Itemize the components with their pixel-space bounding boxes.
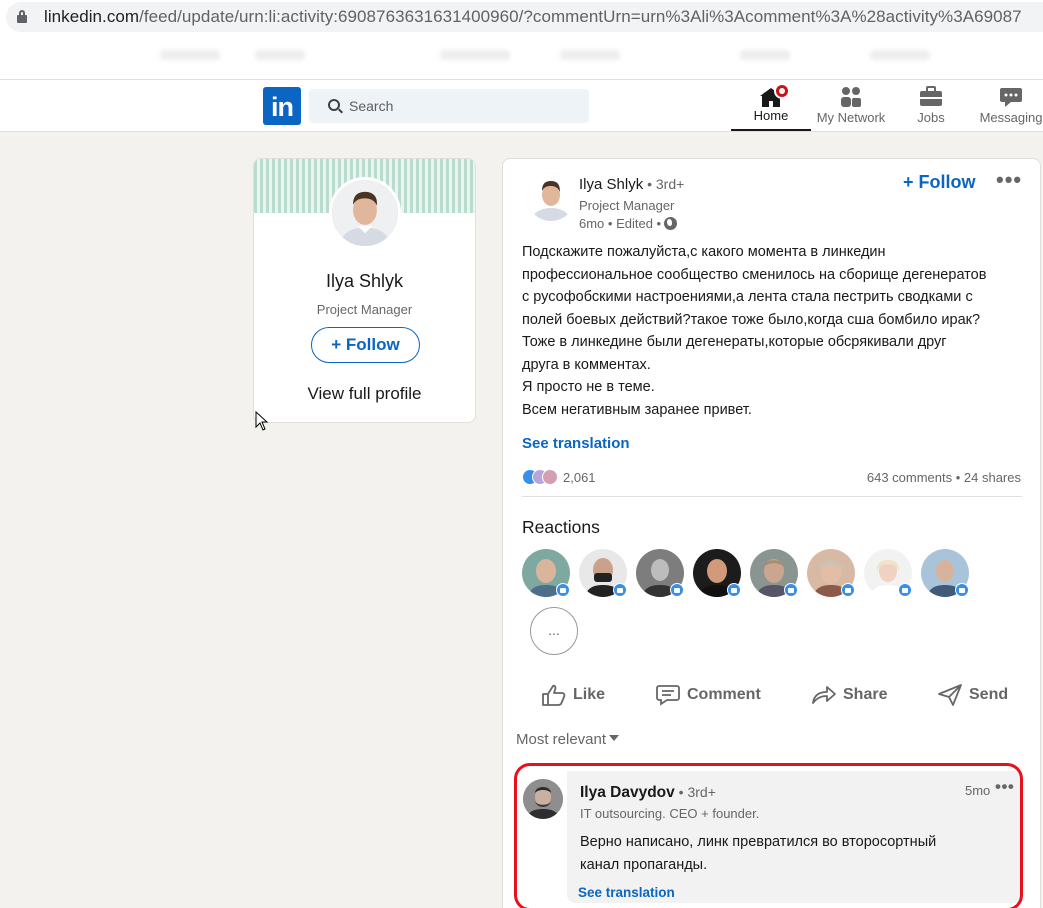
nav-jobs-label: Jobs: [917, 110, 945, 125]
profile-name[interactable]: Ilya Shlyk: [254, 271, 475, 292]
like-badge-icon: [613, 583, 627, 597]
nav-my-network[interactable]: My Network: [811, 80, 891, 131]
url-text[interactable]: linkedin.com/feed/update/urn:li:activity…: [44, 7, 1022, 27]
nav-messaging[interactable]: Messaging: [971, 80, 1043, 131]
post-body: Подскажите пожалуйста,с какого момента в…: [522, 241, 1032, 421]
share-label: Share: [843, 686, 888, 703]
search-input[interactable]: [349, 89, 579, 123]
search-icon: [328, 99, 340, 111]
reactions-heading: Reactions: [522, 517, 600, 537]
bookmarks-bar: [0, 34, 1043, 80]
view-full-profile-link[interactable]: View full profile: [254, 384, 475, 404]
reaction-icons[interactable]: [522, 469, 560, 485]
blurred-bookmark: [870, 50, 930, 60]
like-badge-icon: [841, 583, 855, 597]
divider: [522, 496, 1022, 497]
notification-badge: [774, 83, 790, 99]
briefcase-icon: [920, 86, 942, 106]
avatar[interactable]: [329, 177, 401, 249]
post-author-name-text[interactable]: Ilya Shlyk: [579, 176, 643, 193]
linkedin-logo[interactable]: in: [263, 87, 301, 125]
like-badge-icon: [898, 583, 912, 597]
mouse-cursor-icon: [255, 411, 269, 431]
blurred-bookmark: [255, 50, 305, 60]
post-author-name[interactable]: Ilya Shlyk • 3rd+: [579, 176, 684, 193]
more-reactions-button[interactable]: ...: [530, 607, 578, 655]
chat-icon: [1000, 88, 1022, 107]
blurred-bookmark: [440, 50, 510, 60]
like-label: Like: [573, 686, 606, 703]
like-badge-icon: [556, 583, 570, 597]
nav-home[interactable]: Home: [731, 80, 811, 131]
blurred-bookmark: [560, 50, 620, 60]
send-icon: [938, 684, 962, 706]
blurred-bookmark: [160, 50, 220, 60]
comment-label: Comment: [687, 686, 761, 703]
nav-messaging-label: Messaging: [979, 110, 1043, 125]
post-stats[interactable]: 643 comments • 24 shares: [867, 470, 1021, 485]
post-body-line: Я просто не в теме.: [522, 379, 655, 395]
blurred-bookmark: [740, 50, 790, 60]
post-author-title: Project Manager: [579, 198, 675, 213]
share-button[interactable]: Share: [811, 677, 891, 713]
see-translation-link[interactable]: See translation: [522, 435, 630, 452]
profile-card: Ilya Shlyk Project Manager + Follow View…: [253, 158, 476, 423]
like-badge-icon: [784, 583, 798, 597]
follow-button[interactable]: + Follow: [311, 327, 420, 363]
post-body-line: Подскажите пожалуйста,с какого момента в…: [522, 244, 886, 260]
global-nav: in Home My Network Jobs Messaging: [0, 80, 1043, 132]
sort-label: Most relevant: [516, 731, 607, 748]
comment-button[interactable]: Comment: [655, 677, 765, 713]
post-more-options-button[interactable]: •••: [996, 167, 1022, 193]
share-icon: [812, 686, 836, 704]
like-button[interactable]: Like: [541, 677, 611, 713]
globe-icon: [664, 217, 678, 230]
send-label: Send: [969, 686, 1009, 703]
reaction-count[interactable]: 2,061: [563, 470, 596, 485]
search-box[interactable]: [309, 89, 589, 123]
post-body-line: Всем негативным заранее привет.: [522, 401, 752, 418]
profile-title: Project Manager: [316, 302, 413, 317]
connection-degree: • 3rd+: [643, 176, 685, 192]
post-author-avatar[interactable]: [527, 173, 575, 221]
people-icon: [841, 87, 861, 107]
caret-down-icon: [609, 735, 620, 741]
lock-icon[interactable]: [17, 10, 27, 23]
post-body-line: с русофобскими настроениями,а лента стал…: [522, 289, 973, 305]
nav-jobs[interactable]: Jobs: [891, 80, 971, 131]
send-button[interactable]: Send: [937, 677, 1017, 713]
post-body-line: друга в комментах.: [522, 356, 651, 373]
browser-address-bar: linkedin.com/feed/update/urn:li:activity…: [0, 0, 1043, 34]
like-badge-icon: [670, 583, 684, 597]
nav-network-label: My Network: [816, 110, 886, 125]
post-meta: 6mo • Edited •: [579, 216, 678, 231]
love-reaction-icon: [542, 469, 558, 485]
comments-sort-dropdown[interactable]: Most relevant: [516, 731, 620, 748]
post-follow-button[interactable]: + Follow: [903, 172, 976, 193]
post-body-line: полей боевых действий?такое тоже было,ко…: [522, 311, 981, 328]
comment-icon: [656, 685, 680, 706]
nav-home-label: Home: [753, 108, 789, 123]
post-body-line: профессиональное сообщество сменилось на…: [522, 266, 987, 283]
post-body-line: Тоже в линкедине были дегенераты,которые…: [522, 334, 947, 350]
thumbs-up-icon: [542, 684, 566, 706]
social-actions-bar: Like Comment Share Send: [503, 677, 1040, 713]
like-badge-icon: [955, 583, 969, 597]
red-highlight-box: [514, 763, 1023, 908]
like-badge-icon: [727, 583, 741, 597]
post-meta-text: 6mo • Edited •: [579, 216, 662, 231]
